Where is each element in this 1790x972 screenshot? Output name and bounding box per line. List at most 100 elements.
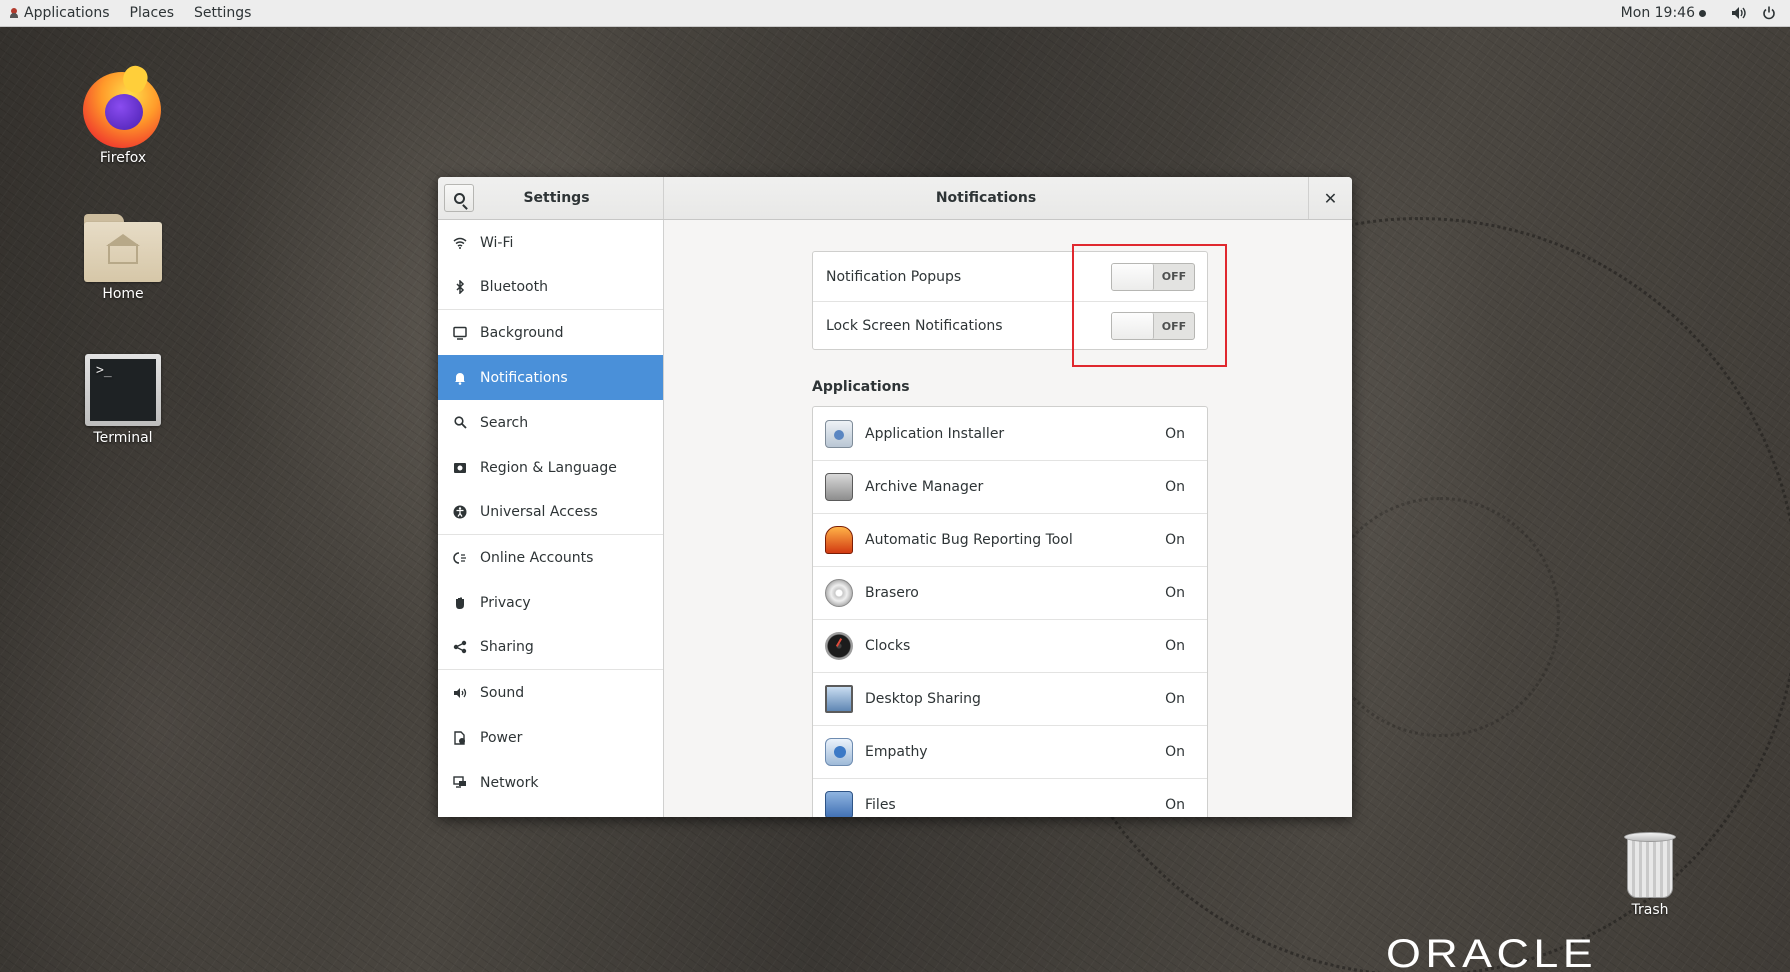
places-menu[interactable]: Places bbox=[120, 0, 185, 26]
settings-menu[interactable]: Settings bbox=[184, 0, 261, 26]
sidebar-item-privacy[interactable]: Privacy bbox=[438, 580, 663, 625]
power-plug-icon bbox=[452, 730, 468, 746]
region-icon bbox=[452, 460, 468, 476]
empathy-chat-icon bbox=[825, 738, 853, 766]
sidebar-item-label: Online Accounts bbox=[480, 549, 594, 566]
sidebar-item-search[interactable]: Search bbox=[438, 400, 663, 445]
sidebar-item-notifications[interactable]: Notifications bbox=[438, 355, 663, 400]
app-name: Files bbox=[865, 797, 896, 813]
volume-icon[interactable] bbox=[1724, 0, 1754, 26]
app-status: On bbox=[1165, 585, 1185, 601]
terminal-icon: >_ bbox=[85, 354, 161, 426]
desktop-icon-label: Trash bbox=[1631, 902, 1669, 918]
accessibility-icon bbox=[452, 504, 468, 520]
notifications-panel: Notification Popups OFF Lock Screen Noti… bbox=[664, 220, 1352, 817]
sidebar-item-network[interactable]: Network bbox=[438, 760, 663, 805]
app-name: Empathy bbox=[865, 744, 928, 760]
desktop-icon-label: Terminal bbox=[93, 430, 153, 446]
app-row-application-installer[interactable]: Application Installer On bbox=[813, 407, 1207, 460]
sidebar-item-label: Sound bbox=[480, 684, 525, 701]
close-button[interactable]: ✕ bbox=[1308, 177, 1352, 219]
files-cabinet-icon bbox=[825, 791, 853, 817]
app-status: On bbox=[1165, 797, 1185, 813]
applications-menu-icon bbox=[10, 8, 18, 18]
sidebar-item-bluetooth[interactable]: Bluetooth bbox=[438, 265, 663, 310]
notification-popups-label: Notification Popups bbox=[826, 268, 962, 285]
app-row-desktop-sharing[interactable]: Desktop Sharing On bbox=[813, 672, 1207, 725]
highlight-box bbox=[1072, 244, 1227, 367]
share-icon bbox=[452, 639, 468, 655]
firefox-icon bbox=[83, 62, 163, 148]
network-icon bbox=[452, 775, 468, 791]
applications-list: Application Installer On Archive Manager… bbox=[812, 406, 1208, 817]
desktop-icon-label: Home bbox=[102, 286, 144, 302]
clocks-icon bbox=[825, 632, 853, 660]
window-titlebar: Settings Notifications ✕ bbox=[438, 177, 1352, 220]
sidebar-item-wifi[interactable]: Wi-Fi bbox=[438, 220, 663, 265]
wallpaper-dot-ring-inner bbox=[1320, 497, 1560, 737]
power-icon[interactable] bbox=[1754, 0, 1784, 26]
sidebar-item-label: Wi-Fi bbox=[480, 234, 514, 251]
desktop-icon-home[interactable]: Home bbox=[63, 208, 183, 302]
top-bar: Applications Places Settings Mon 19:46 bbox=[0, 0, 1790, 27]
app-row-files[interactable]: Files On bbox=[813, 778, 1207, 817]
clock[interactable]: Mon 19:46 bbox=[1615, 5, 1712, 21]
desktop-icon-firefox[interactable]: Firefox bbox=[63, 62, 183, 166]
sound-icon bbox=[452, 685, 468, 701]
desktop-icon-label: Firefox bbox=[99, 150, 147, 166]
app-row-archive-manager[interactable]: Archive Manager On bbox=[813, 460, 1207, 513]
bug-reporting-siren-icon bbox=[825, 526, 853, 554]
desktop-icon-terminal[interactable]: >_ Terminal bbox=[63, 354, 183, 446]
app-name: Automatic Bug Reporting Tool bbox=[865, 532, 1073, 548]
background-icon bbox=[452, 325, 468, 341]
sidebar-item-label: Bluetooth bbox=[480, 279, 548, 295]
app-row-empathy[interactable]: Empathy On bbox=[813, 725, 1207, 778]
sidebar-item-label: Network bbox=[480, 774, 539, 791]
app-name: Archive Manager bbox=[865, 479, 984, 495]
sidebar-item-online-accounts[interactable]: Online Accounts bbox=[438, 535, 663, 580]
app-name: Clocks bbox=[865, 638, 911, 654]
app-row-brasero[interactable]: Brasero On bbox=[813, 566, 1207, 619]
sidebar-item-label: Search bbox=[480, 414, 529, 431]
online-accounts-icon bbox=[452, 550, 468, 566]
sidebar-item-universal-access[interactable]: Universal Access bbox=[438, 490, 663, 535]
sidebar-item-sharing[interactable]: Sharing bbox=[438, 625, 663, 670]
brasero-disc-icon bbox=[825, 579, 853, 607]
desktop-icon-trash[interactable]: Trash bbox=[1590, 832, 1710, 918]
app-row-bug-reporting-tool[interactable]: Automatic Bug Reporting Tool On bbox=[813, 513, 1207, 566]
sidebar-item-background[interactable]: Background bbox=[438, 310, 663, 355]
privacy-hand-icon bbox=[452, 595, 468, 611]
close-icon: ✕ bbox=[1323, 188, 1338, 208]
sidebar-item-label: Privacy bbox=[480, 594, 531, 611]
search-button[interactable] bbox=[444, 184, 474, 212]
applications-heading: Applications bbox=[812, 379, 910, 395]
bluetooth-icon bbox=[452, 279, 468, 295]
app-name: Application Installer bbox=[865, 425, 1005, 442]
bell-icon bbox=[452, 370, 468, 386]
app-status: On bbox=[1165, 479, 1185, 495]
notification-dot-icon bbox=[1699, 9, 1706, 17]
sidebar-item-label: Region & Language bbox=[480, 459, 617, 476]
app-name: Brasero bbox=[865, 585, 919, 601]
wifi-icon bbox=[452, 235, 468, 251]
sidebar-item-label: Sharing bbox=[480, 639, 534, 655]
app-status: On bbox=[1165, 744, 1185, 760]
app-row-clocks[interactable]: Clocks On bbox=[813, 619, 1207, 672]
sidebar-item-label: Universal Access bbox=[480, 504, 598, 520]
lock-screen-notifications-label: Lock Screen Notifications bbox=[826, 318, 1003, 334]
applications-menu[interactable]: Applications bbox=[24, 0, 120, 26]
home-folder-icon bbox=[84, 208, 162, 282]
sidebar-item-region-language[interactable]: Region & Language bbox=[438, 445, 663, 490]
oracle-logo: ORACLE bbox=[1386, 932, 1598, 972]
app-name: Desktop Sharing bbox=[865, 691, 981, 707]
sidebar-item-power[interactable]: Power bbox=[438, 715, 663, 760]
desktop-sharing-icon bbox=[825, 685, 853, 713]
app-status: On bbox=[1165, 638, 1185, 654]
sidebar-item-sound[interactable]: Sound bbox=[438, 670, 663, 715]
app-status: On bbox=[1165, 691, 1185, 707]
clock-text: Mon 19:46 bbox=[1620, 5, 1695, 21]
search-icon bbox=[452, 415, 468, 431]
page-title: Notifications bbox=[935, 190, 1037, 206]
settings-sidebar: Wi-Fi Bluetooth Background Notifications… bbox=[438, 220, 664, 817]
archive-manager-icon bbox=[825, 473, 853, 501]
